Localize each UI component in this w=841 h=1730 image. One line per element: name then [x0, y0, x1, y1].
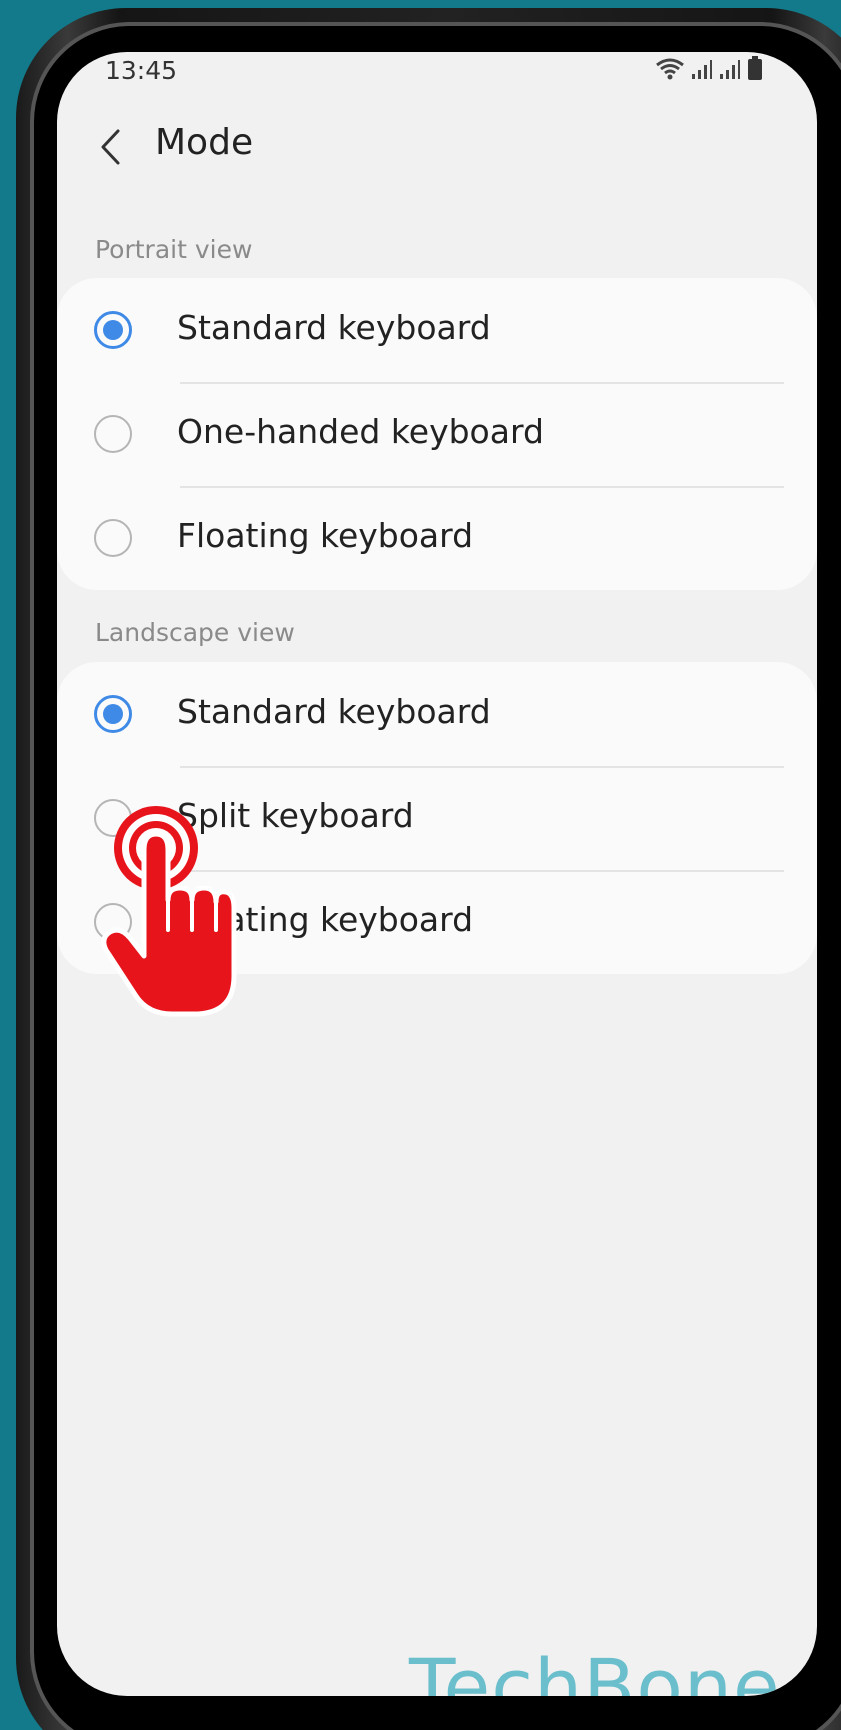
option-portrait-floating[interactable]: Floating keyboard [57, 486, 817, 590]
signal-icon-2 [720, 60, 740, 79]
wifi-icon [656, 58, 684, 80]
stage: 13:45 Mode Portrait view Standard keyboa… [0, 0, 841, 1730]
option-label: Standard keyboard [177, 692, 491, 731]
signal-icon [692, 60, 712, 79]
option-label: One-handed keyboard [177, 412, 544, 451]
radio-unselected[interactable] [94, 519, 132, 557]
option-portrait-standard[interactable]: Standard keyboard [57, 278, 817, 382]
option-label: Floating keyboard [177, 516, 474, 555]
status-time: 13:45 [105, 56, 178, 85]
battery-icon [748, 56, 762, 80]
radio-selected[interactable] [94, 695, 132, 733]
page-title: Mode [155, 122, 254, 163]
option-landscape-standard[interactable]: Standard keyboard [57, 662, 817, 766]
app-header: Mode [57, 112, 817, 192]
tap-hand-icon [101, 806, 237, 1017]
radio-unselected[interactable] [94, 415, 132, 453]
option-label: Standard keyboard [177, 308, 491, 347]
chevron-left-icon [101, 129, 120, 165]
portrait-options-card: Standard keyboard One-handed keyboard Fl… [57, 278, 817, 590]
watermark-logo: TechBone [409, 1642, 781, 1696]
section-label-landscape: Landscape view [95, 618, 295, 647]
radio-selected[interactable] [94, 311, 132, 349]
status-bar: 13:45 [57, 52, 817, 92]
status-icons [655, 56, 763, 80]
section-label-portrait: Portrait view [95, 235, 253, 264]
back-button[interactable] [87, 124, 133, 170]
option-portrait-one-handed[interactable]: One-handed keyboard [57, 382, 817, 486]
